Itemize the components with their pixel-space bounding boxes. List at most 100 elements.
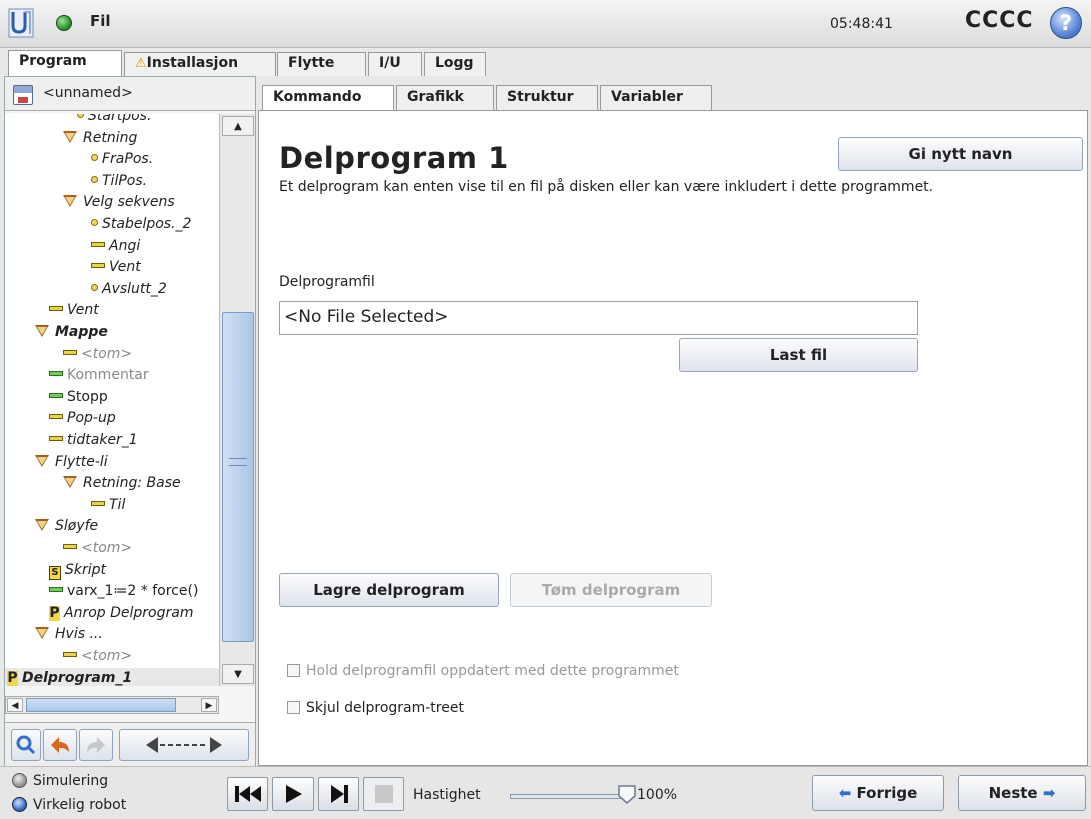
tree-item[interactable]: FraPos.: [91, 149, 153, 170]
hide-tree-option[interactable]: Skjul delprogram-treet: [287, 700, 464, 716]
tree-item-label: <tom>: [81, 540, 133, 556]
tree-item-label: FraPos.: [102, 151, 154, 168]
tree-item[interactable]: TilPos.: [91, 171, 147, 192]
tree-item[interactable]: Retning: Base: [63, 473, 181, 494]
tree-item[interactable]: Mappe: [35, 322, 108, 343]
command-icon: [91, 263, 105, 269]
tree-item-label: Til: [109, 496, 126, 513]
tab-command[interactable]: Kommando: [262, 85, 394, 110]
hide-tree-label: Skjul delprogram-treet: [306, 700, 464, 716]
tree-item[interactable]: Velg sekvens: [63, 192, 175, 213]
tab-installation-label: Installasjon: [146, 55, 239, 71]
subprogram-file-field[interactable]: <No File Selected>: [279, 301, 918, 335]
save-icon[interactable]: [13, 85, 33, 105]
tree-item[interactable]: tidtaker_1: [49, 430, 138, 451]
command-icon: [49, 414, 63, 420]
tab-io[interactable]: I/U: [368, 52, 422, 76]
tree-item[interactable]: P Anrop Delprogram: [49, 603, 193, 624]
tab-installation[interactable]: ⚠Installasjon: [124, 52, 276, 76]
step-button[interactable]: [318, 777, 359, 811]
tree-item-label: Vent: [67, 302, 99, 319]
stop-button[interactable]: [363, 777, 404, 811]
scroll-down-icon[interactable]: ▼: [222, 664, 254, 684]
tree-item[interactable]: Til: [91, 495, 125, 516]
tree-item[interactable]: Kommentar: [49, 365, 149, 386]
scroll-thumb[interactable]: [222, 312, 254, 642]
tree-item[interactable]: Startpos.: [77, 114, 151, 127]
tab-log[interactable]: Logg: [424, 52, 486, 76]
tree-vertical-scrollbar[interactable]: ▲ ▼: [219, 114, 255, 686]
tab-move[interactable]: Flytte: [277, 52, 366, 76]
tree-item-label: Hvis ...: [55, 626, 103, 643]
expand-triangle-icon: [63, 476, 77, 489]
tree-item[interactable]: varx_1≔2 * force(): [49, 581, 198, 602]
top-bar: Fil 05:48:41 CCCC ?: [0, 0, 1091, 48]
tree-item[interactable]: Angi: [91, 236, 140, 257]
hscroll-thumb[interactable]: [26, 698, 176, 712]
tab-graphics[interactable]: Grafikk: [396, 85, 494, 110]
tree-item[interactable]: Stabelpos._2: [91, 214, 191, 235]
clear-subprogram-button[interactable]: Tøm delprogram: [510, 573, 712, 607]
tab-log-label: Logg: [435, 55, 474, 71]
skip-back-button[interactable]: [227, 777, 268, 811]
help-icon[interactable]: ?: [1050, 7, 1082, 39]
scroll-left-icon[interactable]: ◀: [7, 698, 23, 712]
save-subprogram-button[interactable]: Lagre delprogram: [279, 573, 499, 607]
stop-icon: [375, 785, 393, 803]
command-icon: [49, 587, 63, 593]
command-icon: [63, 544, 77, 549]
keep-updated-checkbox[interactable]: [287, 664, 300, 677]
file-menu[interactable]: Fil: [90, 12, 111, 30]
tree-item-label: Startpos.: [88, 114, 152, 124]
tree-horizontal-scrollbar[interactable]: ◀ ▶: [5, 696, 219, 714]
tree-item-label: Sløyfe: [55, 518, 99, 535]
move-node-icon[interactable]: [119, 729, 249, 761]
tree-item-label: Anrop Delprogram: [64, 604, 194, 621]
play-button[interactable]: [272, 777, 314, 811]
speed-label: Hastighet: [413, 787, 481, 803]
tree-item[interactable]: S Skript: [49, 560, 106, 581]
tree-item[interactable]: Sløyfe: [35, 516, 98, 537]
simulation-mode[interactable]: Simulering: [12, 773, 108, 789]
tree-item-label: Avslutt_2: [102, 280, 167, 297]
real-robot-radio[interactable]: [12, 797, 27, 812]
rename-button[interactable]: Gi nytt navn: [838, 137, 1083, 171]
tree-item[interactable]: Retning: [63, 128, 137, 149]
tree-item[interactable]: P Delprogram_1: [5, 667, 219, 686]
load-file-button[interactable]: Last fil: [679, 338, 918, 372]
tree-item[interactable]: <tom>: [63, 538, 132, 559]
real-robot-mode[interactable]: Virkelig robot: [12, 797, 126, 813]
tree-item[interactable]: Flytte-li: [35, 452, 108, 473]
previous-button[interactable]: ⬅ Forrige: [812, 775, 944, 811]
scroll-up-icon[interactable]: ▲: [222, 116, 254, 136]
simulation-radio[interactable]: [12, 773, 27, 788]
hide-tree-checkbox[interactable]: [287, 701, 300, 714]
tree-item-label: Vent: [109, 259, 141, 276]
clock: 05:48:41: [830, 16, 893, 32]
search-icon[interactable]: [11, 729, 41, 761]
command-icon: [63, 652, 77, 657]
tab-structure[interactable]: Struktur: [496, 85, 598, 110]
tree-item[interactable]: Hvis ...: [35, 624, 103, 645]
speed-slider-thumb[interactable]: [617, 784, 637, 804]
tab-program[interactable]: Program: [8, 50, 122, 76]
tree-item[interactable]: Vent: [49, 300, 99, 321]
tree-item[interactable]: Pop-up: [49, 408, 116, 429]
tree-item[interactable]: Vent: [91, 257, 141, 278]
tree-item[interactable]: <tom>: [63, 646, 132, 667]
step-icon: [331, 785, 348, 803]
next-button[interactable]: Neste ➡: [958, 775, 1086, 811]
tree-item[interactable]: Avslutt_2: [91, 279, 167, 300]
command-icon: [91, 241, 105, 247]
tree-item[interactable]: <tom>: [63, 344, 132, 365]
tab-variables[interactable]: Variabler: [600, 85, 712, 110]
speed-slider[interactable]: [510, 794, 630, 799]
tree-item-label: Delprogram_1: [22, 669, 133, 686]
redo-icon[interactable]: [79, 729, 113, 761]
tree-item[interactable]: Stopp: [49, 387, 108, 408]
scroll-right-icon[interactable]: ▶: [201, 698, 217, 712]
tree-item-label: <tom>: [81, 648, 133, 664]
program-tree[interactable]: Startpos. Retning FraPos. TilPos. Velg sekve…: [5, 114, 219, 686]
keep-updated-option[interactable]: Hold delprogramfil oppdatert med dette p…: [287, 663, 679, 679]
undo-icon[interactable]: [43, 729, 77, 761]
